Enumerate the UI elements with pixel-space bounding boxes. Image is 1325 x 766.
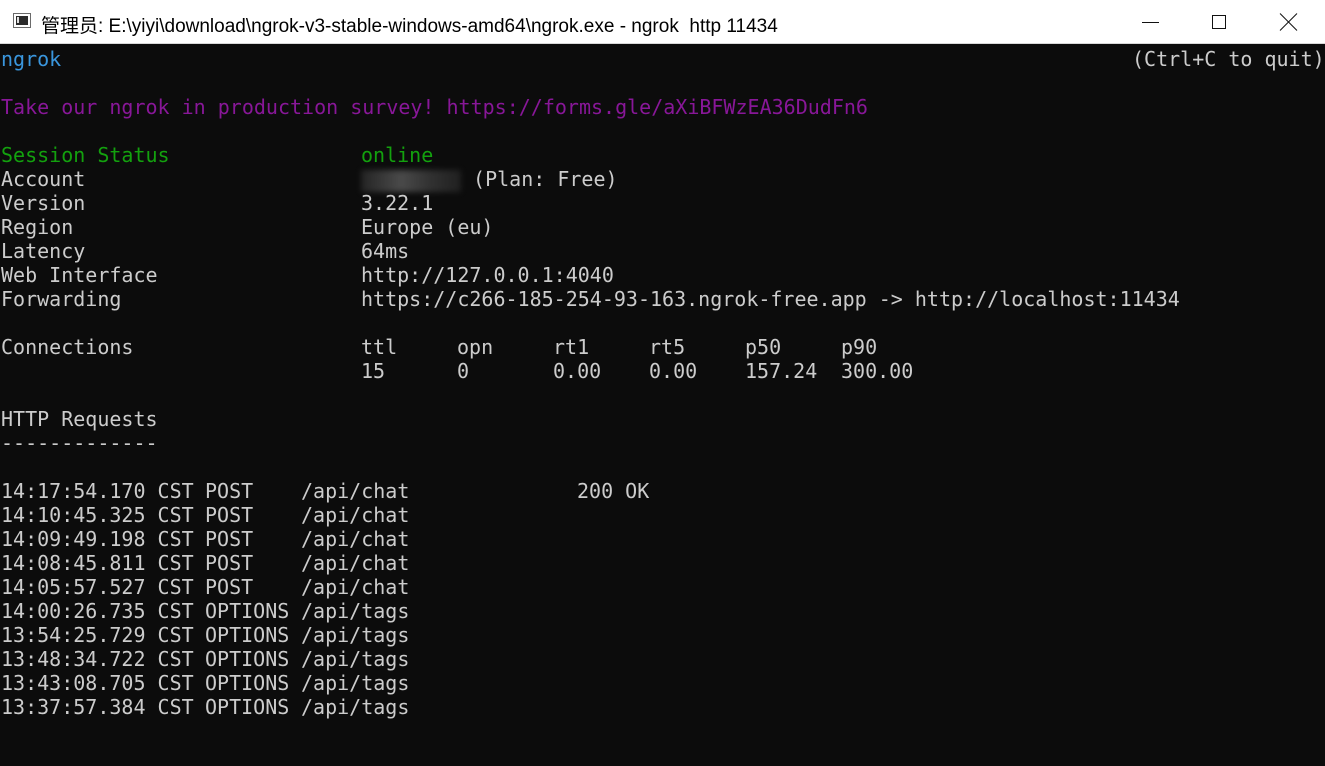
request-path: /api/tags: [301, 647, 410, 671]
connections-header: opn: [457, 335, 494, 359]
quit-hint: (Ctrl+C to quit): [1132, 47, 1325, 71]
request-path: /api/chat: [301, 479, 410, 503]
connections-value: 0.00: [553, 359, 602, 383]
connections-value: 300.00: [841, 359, 914, 383]
minimize-button[interactable]: [1115, 0, 1185, 44]
request-method: OPTIONS: [205, 671, 290, 695]
session-status-label: Session Status: [1, 143, 170, 167]
request-status: 200 OK: [577, 479, 650, 503]
connections-value: 0: [457, 359, 470, 383]
request-path: /api/tags: [301, 623, 410, 647]
request-time: 14:09:49.198 CST: [1, 527, 194, 551]
http-requests-label: HTTP Requests: [1, 407, 158, 431]
web-interface-url: http://127.0.0.1:4040: [361, 263, 614, 287]
request-path: /api/chat: [301, 527, 410, 551]
web-interface-label: Web Interface: [1, 263, 158, 287]
connections-value: 157.24: [745, 359, 818, 383]
request-time: 14:10:45.325 CST: [1, 503, 194, 527]
request-path: /api/chat: [301, 575, 410, 599]
request-time: 13:37:57.384 CST: [1, 695, 194, 719]
request-path: /api/chat: [301, 551, 410, 575]
request-time: 13:48:34.722 CST: [1, 647, 194, 671]
request-method: POST: [205, 551, 254, 575]
redacted-account-name: [361, 169, 461, 192]
request-method: OPTIONS: [205, 599, 290, 623]
close-icon: [1280, 13, 1298, 31]
maximize-icon: [1212, 15, 1226, 29]
http-requests-underline: -------------: [1, 431, 158, 455]
request-method: OPTIONS: [205, 695, 290, 719]
request-method: POST: [205, 503, 254, 527]
version-label: Version: [1, 191, 86, 215]
connections-value: 15: [361, 359, 386, 383]
console-window: 管理员: E:\yiyi\download\ngrok-v3-stable-wi…: [0, 0, 1325, 766]
request-time: 14:17:54.170 CST: [1, 479, 194, 503]
account-plan: (Plan: Free): [473, 167, 618, 191]
maximize-button[interactable]: [1184, 0, 1254, 44]
survey-message: Take our ngrok in production survey! htt…: [1, 95, 868, 119]
console-app-icon[interactable]: [13, 13, 31, 28]
minimize-icon: [1141, 21, 1159, 23]
account-value: (Plan: Free): [361, 167, 618, 192]
request-method: OPTIONS: [205, 647, 290, 671]
app-name: ngrok: [1, 47, 62, 71]
connections-header: p90: [841, 335, 878, 359]
window-title: 管理员: E:\yiyi\download\ngrok-v3-stable-wi…: [41, 16, 778, 37]
request-method: POST: [205, 479, 254, 503]
connections-header: p50: [745, 335, 782, 359]
connections-header: rt5: [649, 335, 686, 359]
connections-label: Connections: [1, 335, 134, 359]
request-time: 13:43:08.705 CST: [1, 671, 194, 695]
request-method: POST: [205, 575, 254, 599]
connections-header: rt1: [553, 335, 590, 359]
region-label: Region: [1, 215, 74, 239]
request-time: 14:05:57.527 CST: [1, 575, 194, 599]
title-bar[interactable]: 管理员: E:\yiyi\download\ngrok-v3-stable-wi…: [0, 0, 1325, 44]
session-status-value: online: [361, 143, 434, 167]
close-button[interactable]: [1254, 0, 1324, 44]
region-value: Europe (eu): [361, 215, 494, 239]
connections-header: ttl: [361, 335, 398, 359]
request-time: 14:00:26.735 CST: [1, 599, 194, 623]
request-method: POST: [205, 527, 254, 551]
console-output[interactable]: ngrok (Ctrl+C to quit) Take our ngrok in…: [0, 46, 1325, 766]
forwarding-value: https://c266-185-254-93-163.ngrok-free.a…: [361, 287, 1180, 311]
latency-label: Latency: [1, 239, 86, 263]
request-path: /api/tags: [301, 671, 410, 695]
version-value: 3.22.1: [361, 191, 434, 215]
request-path: /api/tags: [301, 695, 410, 719]
connections-value: 0.00: [649, 359, 698, 383]
latency-value: 64ms: [361, 239, 410, 263]
request-time: 14:08:45.811 CST: [1, 551, 194, 575]
request-method: OPTIONS: [205, 623, 290, 647]
request-path: /api/tags: [301, 599, 410, 623]
request-path: /api/chat: [301, 503, 410, 527]
request-time: 13:54:25.729 CST: [1, 623, 194, 647]
forwarding-label: Forwarding: [1, 287, 122, 311]
account-label: Account: [1, 167, 86, 191]
